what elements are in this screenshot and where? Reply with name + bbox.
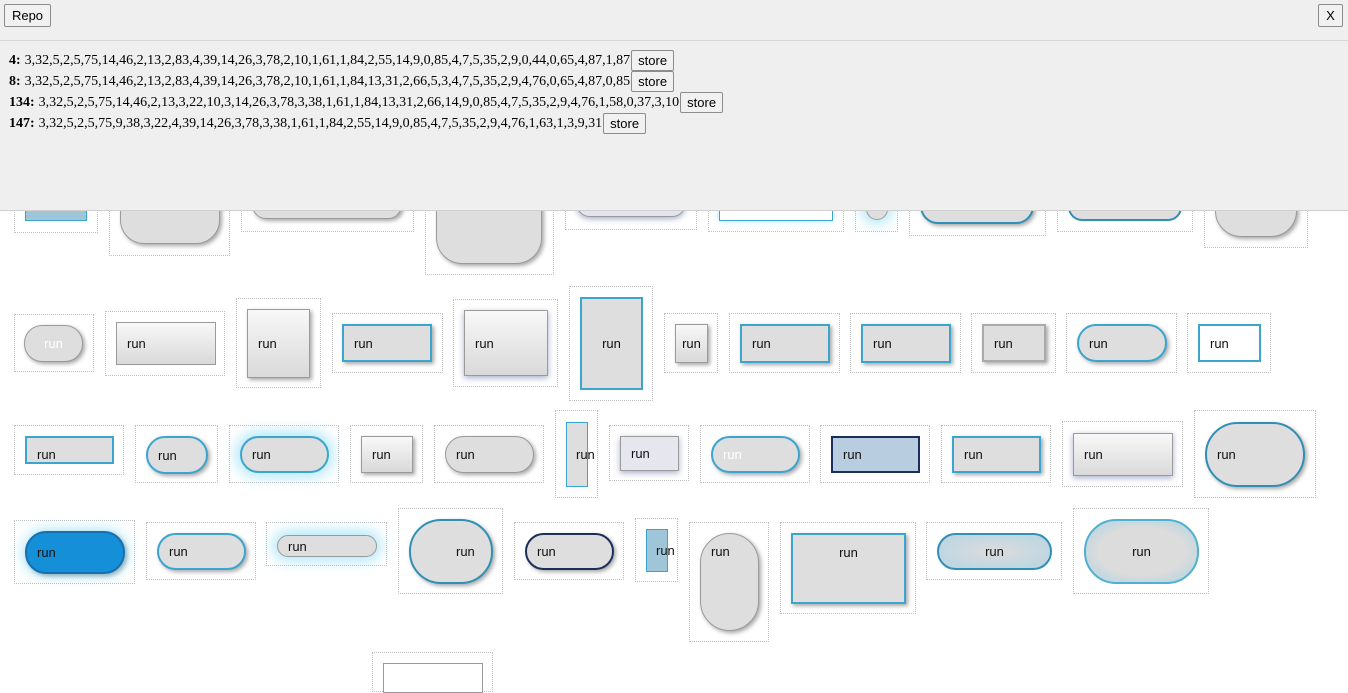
sample-cell: run: [1062, 421, 1183, 487]
repo-entry: 4: 3,32,5,2,5,75,14,46,2,13,2,83,4,39,14…: [9, 50, 723, 71]
sample-cell: run: [569, 286, 653, 401]
run-button[interactable]: run: [116, 322, 216, 365]
sample-cell: run: [14, 520, 135, 584]
sample-cell: run: [453, 299, 558, 387]
store-button[interactable]: store: [631, 50, 675, 71]
run-button[interactable]: run: [342, 324, 432, 362]
sample-cell: run: [398, 508, 503, 594]
entry-sequence: 3,32,5,2,5,75,14,46,2,13,2,83,4,39,14,26…: [24, 73, 631, 89]
sample-cell: run: [14, 314, 94, 372]
sample-cell: run: [350, 425, 423, 483]
sample-cell: run: [850, 313, 961, 373]
sample-cell: run: [700, 425, 810, 483]
sample-cell: run: [146, 522, 256, 580]
run-button[interactable]: run: [146, 436, 208, 474]
run-button[interactable]: run: [675, 324, 708, 363]
repo-panel: Repo X 4: 3,32,5,2,5,75,14,46,2,13,2,83,…: [0, 0, 1348, 211]
sample-cell: run: [555, 410, 598, 498]
run-button[interactable]: run: [445, 436, 534, 473]
entry-id: 147:: [9, 115, 35, 131]
run-button[interactable]: run: [700, 533, 759, 631]
run-button[interactable]: run: [861, 324, 951, 363]
repo-button[interactable]: Repo: [4, 4, 51, 27]
sample-cell: run: [729, 313, 840, 373]
run-button[interactable]: run: [580, 297, 643, 390]
run-button[interactable]: run: [464, 310, 548, 376]
run-button[interactable]: run: [361, 436, 413, 473]
run-button[interactable]: run: [25, 531, 125, 574]
run-button[interactable]: run: [952, 436, 1041, 473]
entry-sequence: 3,32,5,2,5,75,14,46,2,13,3,22,10,3,14,26…: [38, 94, 680, 110]
run-button[interactable]: run: [831, 436, 920, 473]
run-button[interactable]: run: [791, 533, 906, 604]
run-button[interactable]: run: [982, 324, 1046, 362]
run-button[interactable]: run: [277, 535, 377, 557]
close-button[interactable]: X: [1318, 4, 1343, 27]
sample-cell: run: [926, 522, 1062, 580]
run-button[interactable]: run: [240, 436, 329, 473]
sample-cell: run: [105, 311, 225, 376]
run-button[interactable]: run: [646, 529, 675, 572]
sample-cell: run: [635, 518, 678, 582]
entry-sequence: 3,32,5,2,5,75,9,38,3,22,4,39,14,26,3,78,…: [38, 115, 603, 131]
run-button[interactable]: run: [25, 436, 114, 464]
run-button[interactable]: run: [24, 325, 83, 362]
run-button[interactable]: run: [1084, 519, 1199, 584]
run-button[interactable]: run: [1073, 433, 1173, 476]
repo-entry: 8: 3,32,5,2,5,75,14,46,2,13,2,83,4,39,14…: [9, 71, 723, 92]
run-button[interactable]: run: [525, 533, 614, 570]
repo-entry-list: 4: 3,32,5,2,5,75,14,46,2,13,2,83,4,39,14…: [9, 50, 724, 134]
sample-cell: run: [332, 313, 443, 373]
sample-cell: run: [971, 313, 1056, 373]
run-button[interactable]: run: [247, 309, 310, 378]
sample-cell: run: [1066, 313, 1177, 373]
sample-cell: run: [236, 298, 321, 388]
sample-cell: run: [266, 522, 387, 566]
sample-cell: run: [135, 425, 218, 483]
sample-cell: [372, 652, 493, 693]
run-button[interactable]: run: [566, 422, 595, 487]
sample-cell: run: [14, 425, 124, 475]
sample-cell: run: [689, 522, 769, 642]
run-button[interactable]: run: [1205, 422, 1305, 487]
run-button[interactable]: [383, 663, 483, 693]
sample-cell: run: [664, 313, 718, 373]
sample-cell: run: [514, 522, 624, 580]
entry-sequence: 3,32,5,2,5,75,14,46,2,13,2,83,4,39,14,26…: [24, 52, 631, 68]
run-button[interactable]: run: [1198, 324, 1261, 362]
sample-cell: run: [1194, 410, 1316, 498]
entry-id: 4:: [9, 52, 21, 68]
sample-cell: run: [609, 425, 689, 481]
sample-cell: run: [229, 425, 339, 483]
store-button[interactable]: store: [631, 71, 675, 92]
repo-entry: 147: 3,32,5,2,5,75,9,38,3,22,4,39,14,26,…: [9, 113, 723, 134]
sample-cell: run: [434, 425, 544, 483]
entry-id: 8:: [9, 73, 21, 89]
sample-cell: run: [941, 425, 1051, 483]
repo-toolbar: Repo X: [0, 0, 1348, 41]
sample-cell: run: [820, 425, 930, 483]
run-button[interactable]: run: [937, 533, 1052, 570]
repo-entry: 134: 3,32,5,2,5,75,14,46,2,13,3,22,10,3,…: [9, 92, 724, 113]
run-button[interactable]: run: [157, 533, 246, 570]
sample-cell: run: [1073, 508, 1209, 594]
store-button[interactable]: store: [603, 113, 647, 134]
sample-cell: run: [780, 522, 916, 614]
run-button[interactable]: run: [620, 436, 679, 471]
run-button[interactable]: run: [711, 436, 800, 473]
sample-cell: run: [1187, 313, 1271, 373]
entry-id: 134:: [9, 94, 35, 110]
run-button[interactable]: run: [740, 324, 830, 363]
store-button[interactable]: store: [680, 92, 724, 113]
run-button[interactable]: run: [409, 519, 493, 584]
run-button[interactable]: run: [1077, 324, 1167, 362]
